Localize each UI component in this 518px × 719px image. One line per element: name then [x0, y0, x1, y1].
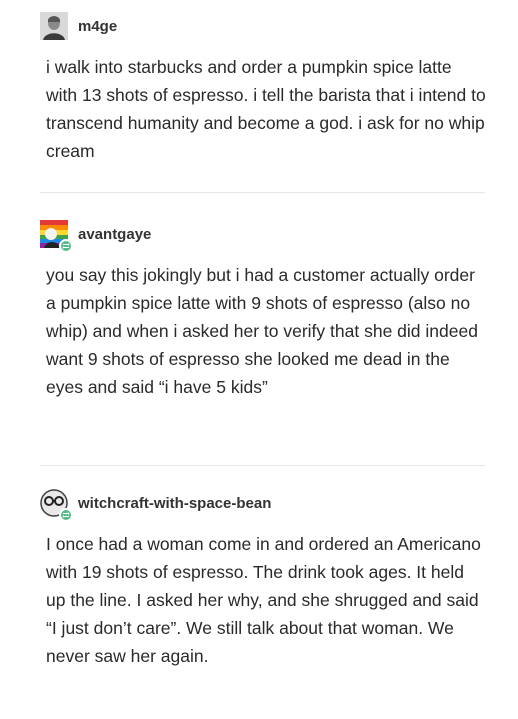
username[interactable]: avantgaye — [78, 227, 151, 242]
post-text: you say this jokingly but i had a custom… — [46, 265, 478, 397]
username[interactable]: witchcraft-with-space-bean — [78, 496, 271, 511]
glasses-avatar-icon[interactable] — [40, 489, 73, 522]
post-text: I once had a woman come in and ordered a… — [46, 534, 481, 666]
post-header: witchcraft-with-space-bean — [40, 489, 271, 522]
rainbow-avatar-icon[interactable] — [40, 220, 73, 253]
reblog-icon — [59, 239, 73, 253]
reblog-thread: m4ge i walk into starbucks and order a p… — [0, 0, 518, 719]
divider — [40, 192, 485, 193]
post-header: m4ge — [40, 12, 117, 40]
post-header: avantgaye — [40, 220, 151, 253]
reblog-icon — [59, 508, 73, 522]
divider — [40, 465, 485, 466]
post-text: i walk into starbucks and order a pumpki… — [46, 57, 486, 161]
user-portrait-icon[interactable] — [40, 12, 68, 40]
username[interactable]: m4ge — [78, 19, 117, 34]
